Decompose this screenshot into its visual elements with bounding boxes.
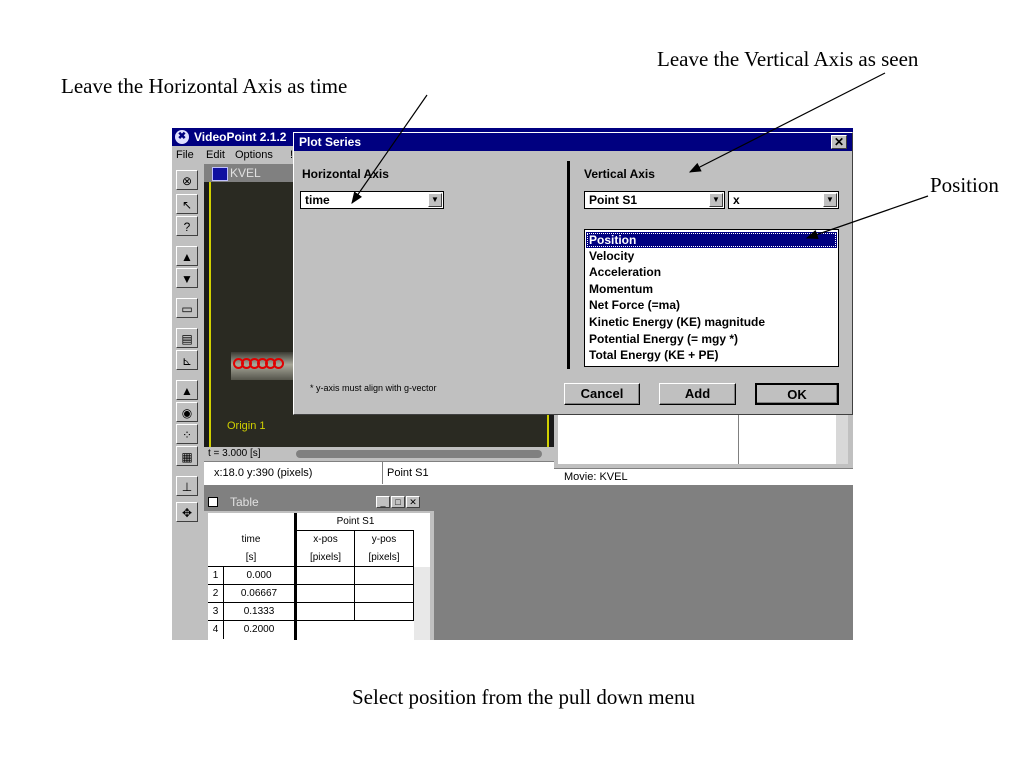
ypos-cell[interactable] xyxy=(355,603,414,621)
graph-divider xyxy=(738,414,739,464)
ok-button[interactable]: OK xyxy=(755,383,839,405)
vertical-component-value: x xyxy=(733,193,740,207)
quantity-option-acceleration[interactable]: Acceleration xyxy=(586,264,837,280)
header-ypos-unit: [pixels] xyxy=(355,549,414,567)
annotation-vertical-axis: Leave the Vertical Axis as seen xyxy=(657,47,919,71)
quantity-dropdown-list[interactable]: Position Velocity Acceleration Momentum … xyxy=(584,229,839,367)
dialog-title: Plot Series xyxy=(299,135,362,149)
track-point[interactable] xyxy=(273,358,284,369)
row-number: 3 xyxy=(208,603,224,621)
movie-icon xyxy=(212,167,228,181)
quantity-option-potential-energy[interactable]: Potential Energy (= mgy *) xyxy=(586,331,837,347)
xpos-cell[interactable] xyxy=(297,585,355,603)
table-titlebar: Table _ □ ✕ xyxy=(204,493,434,511)
maximize-icon[interactable]: □ xyxy=(391,496,405,508)
menu-options[interactable]: Options xyxy=(235,146,273,164)
frame-down-icon[interactable]: ▼ xyxy=(176,268,198,288)
header-time: time xyxy=(241,534,261,545)
quantity-option-position[interactable]: Position xyxy=(586,232,837,248)
view-tool-icon[interactable]: ◉ xyxy=(176,402,198,422)
close-tool-icon[interactable]: ⊗ xyxy=(176,170,198,190)
annotation-horizontal-axis: Leave the Horizontal Axis as time xyxy=(61,74,348,98)
coordinate-bar: x:18.0 y:390 (pixels) Point S1 xyxy=(204,461,554,485)
header-ypos: y-pos xyxy=(355,531,414,549)
graph-area xyxy=(558,414,848,464)
coordinate-readout: x:18.0 y:390 (pixels) xyxy=(214,467,313,479)
graph-tool-icon[interactable]: ⊾ xyxy=(176,350,198,370)
vertical-component-select[interactable]: x ▼ xyxy=(728,191,839,209)
vertical-point-value: Point S1 xyxy=(589,193,638,207)
pointer-tool-icon[interactable]: ↖ xyxy=(176,194,198,214)
header-xpos: x-pos xyxy=(297,531,355,549)
dialog-titlebar: Plot Series ✕ xyxy=(294,133,852,151)
minimize-icon[interactable]: _ xyxy=(376,496,390,508)
ypos-cell[interactable] xyxy=(355,585,414,603)
close-icon[interactable]: ✕ xyxy=(831,135,847,149)
cancel-button[interactable]: Cancel xyxy=(564,383,640,405)
xpos-cell[interactable] xyxy=(297,567,355,585)
origin-label: Origin 1 xyxy=(227,420,266,432)
table-menu-icon[interactable] xyxy=(208,497,218,507)
time-cell[interactable]: 0.2000 xyxy=(224,621,294,639)
graph-status: Movie: KVEL xyxy=(554,468,853,485)
move-tool-icon[interactable]: ✥ xyxy=(176,502,198,522)
dialog-footnote: * y-axis must align with g-vector xyxy=(310,383,437,393)
data-tool-icon[interactable]: ▦ xyxy=(176,446,198,466)
add-button[interactable]: Add xyxy=(659,383,736,405)
time-readout: t = 3.000 [s] xyxy=(208,448,261,459)
points-tool-icon[interactable]: ⁘ xyxy=(176,424,198,444)
horizontal-axis-value: time xyxy=(305,193,330,207)
tool-palette: ⊗ ↖ ? ▲ ▼ ▭ ▤ ⊾ ▲ ◉ ⁘ ▦ ⊥ ✥ xyxy=(172,164,204,640)
table-title: Table xyxy=(230,495,259,509)
movie-title: KVEL xyxy=(230,166,261,180)
app-logo-icon: ✖ xyxy=(175,130,189,144)
scale-tool-icon[interactable]: ▭ xyxy=(176,298,198,318)
menu-edit[interactable]: Edit xyxy=(206,146,225,164)
table-scrollbar[interactable] xyxy=(414,567,430,640)
table-window: Table _ □ ✕ Point S1 time x-pos y-pos [s… xyxy=(204,493,434,640)
quantity-option-kinetic-energy[interactable]: Kinetic Energy (KE) magnitude xyxy=(586,314,837,330)
plot-series-dialog: Plot Series ✕ Horizontal Axis time ▼ Ver… xyxy=(293,132,853,415)
chevron-down-icon[interactable]: ▼ xyxy=(823,193,837,207)
annotation-position: Position xyxy=(930,173,999,197)
menu-file[interactable]: File xyxy=(176,146,194,164)
frame-up-icon[interactable]: ▲ xyxy=(176,246,198,266)
horizontal-axis-select[interactable]: time ▼ xyxy=(300,191,444,209)
shapes-tool-icon[interactable]: ▲ xyxy=(176,380,198,400)
header-time-unit: [s] xyxy=(208,549,294,567)
vertical-point-select[interactable]: Point S1 ▼ xyxy=(584,191,725,209)
table-group-header: Point S1 xyxy=(297,513,414,531)
row-number: 2 xyxy=(208,585,224,603)
app-title: VideoPoint 2.1.2 xyxy=(194,130,287,144)
help-tool-icon[interactable]: ? xyxy=(176,216,198,236)
data-table: Point S1 time x-pos y-pos [s] [pixels] [… xyxy=(208,513,430,640)
quantity-option-total-energy[interactable]: Total Energy (KE + PE) xyxy=(586,347,837,363)
horizontal-axis-label: Horizontal Axis xyxy=(302,167,389,181)
chevron-down-icon[interactable]: ▼ xyxy=(709,193,723,207)
graph-status-text: Movie: KVEL xyxy=(564,471,628,483)
table-tool-icon[interactable]: ▤ xyxy=(176,328,198,348)
quantity-option-velocity[interactable]: Velocity xyxy=(586,248,837,264)
chevron-down-icon[interactable]: ▼ xyxy=(428,193,442,207)
annotation-select-instruction: Select position from the pull down menu xyxy=(352,685,695,709)
frame-slider[interactable] xyxy=(296,450,542,458)
table-divider xyxy=(294,513,297,640)
time-cell[interactable]: 0.1333 xyxy=(224,603,294,621)
time-control: t = 3.000 [s] xyxy=(204,447,554,461)
row-number: 1 xyxy=(208,567,224,585)
quantity-option-momentum[interactable]: Momentum xyxy=(586,281,837,297)
row-number: 4 xyxy=(208,621,224,639)
ypos-cell[interactable] xyxy=(355,567,414,585)
close-icon[interactable]: ✕ xyxy=(406,496,420,508)
xpos-cell[interactable] xyxy=(297,603,355,621)
point-readout: Point S1 xyxy=(382,462,429,484)
graph-scrollbar[interactable] xyxy=(836,414,848,464)
vertical-axis-label: Vertical Axis xyxy=(584,167,655,181)
quantity-option-net-force[interactable]: Net Force (=ma) xyxy=(586,297,837,313)
dialog-divider xyxy=(567,161,570,369)
header-xpos-unit: [pixels] xyxy=(297,549,355,567)
time-cell[interactable]: 0.06667 xyxy=(224,585,294,603)
time-cell[interactable]: 0.000 xyxy=(224,567,294,585)
axes-tool-icon[interactable]: ⊥ xyxy=(176,476,198,496)
